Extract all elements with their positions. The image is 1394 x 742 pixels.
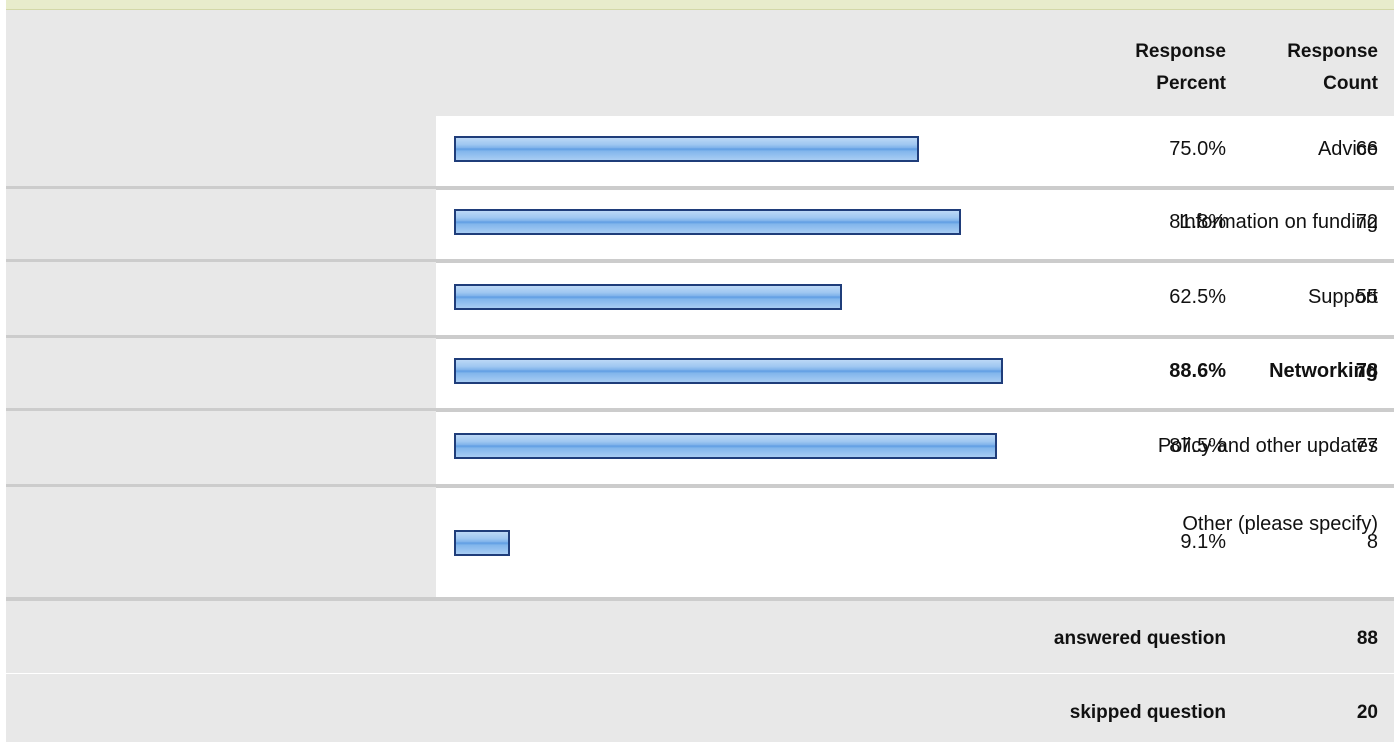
row-label-cell — [6, 411, 436, 484]
response-percent-header-line2: Percent — [1156, 73, 1226, 94]
chart-row: Information on funding 81.8% 72 — [6, 189, 1394, 259]
answered-question-value: 88 — [1356, 628, 1378, 649]
row-label-cell — [6, 116, 436, 186]
header-row: Response Percent Response Count — [6, 10, 1394, 116]
skipped-question-label: skipped question — [1069, 702, 1226, 723]
response-percent-header-line1: Response — [1135, 41, 1226, 62]
percent-label: 88.6% — [1169, 360, 1226, 382]
count-label: 77 — [1355, 435, 1378, 457]
response-count-header: Response Count — [1287, 36, 1378, 100]
chart-row: Networking 88.6% 78 — [6, 338, 1394, 408]
percent-label: 87.5% — [1169, 435, 1226, 457]
count-label: 78 — [1355, 360, 1378, 382]
survey-results-table: Response Percent Response Count Advice 75… — [6, 0, 1394, 742]
response-count-header-line1: Response — [1287, 41, 1378, 62]
bar — [454, 358, 1003, 384]
chart-row: Other (please specify) 9.1% 8 — [6, 487, 1394, 597]
bar — [454, 209, 961, 235]
row-label-cell — [6, 262, 436, 335]
row-label-cell — [6, 189, 436, 259]
row-label-cell — [6, 487, 436, 597]
answered-row: answered question 88 — [6, 601, 1394, 673]
bar — [454, 136, 919, 162]
bar — [454, 433, 997, 459]
bar — [454, 530, 510, 556]
count-label: 72 — [1355, 211, 1378, 233]
count-label: 66 — [1355, 138, 1378, 160]
percent-label: 62.5% — [1169, 286, 1226, 308]
skipped-row: skipped question 20 — [6, 674, 1394, 742]
count-label: 55 — [1355, 286, 1378, 308]
count-label: 8 — [1366, 531, 1378, 553]
bar — [454, 284, 842, 310]
response-percent-header: Response Percent — [1135, 36, 1226, 100]
skipped-question-value: 20 — [1356, 702, 1378, 723]
chart-row: Support 62.5% 55 — [6, 262, 1394, 335]
percent-label: 9.1% — [1180, 531, 1226, 553]
answered-question-label: answered question — [1053, 628, 1226, 649]
chart-row: Advice 75.0% 66 — [6, 116, 1394, 186]
percent-label: 75.0% — [1169, 138, 1226, 160]
response-count-header-line2: Count — [1323, 73, 1378, 94]
percent-label: 81.8% — [1169, 211, 1226, 233]
top-strip — [6, 0, 1394, 10]
chart-row: Policy and other updates 87.5% 77 — [6, 411, 1394, 484]
row-label-cell — [6, 338, 436, 408]
